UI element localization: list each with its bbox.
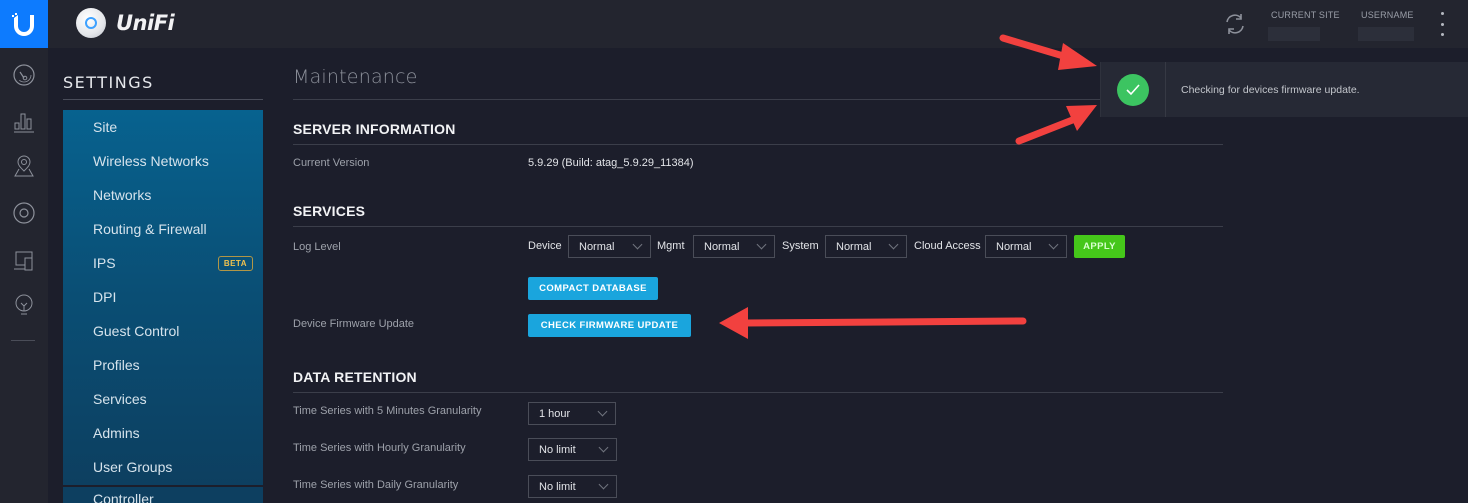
toast-icon-area bbox=[1101, 62, 1166, 117]
server-information-heading: SERVER INFORMATION bbox=[293, 121, 456, 137]
menu-item-label: Networks bbox=[93, 187, 152, 203]
settings-item-wireless-networks[interactable]: Wireless Networks bbox=[63, 144, 263, 178]
menu-item-label: DPI bbox=[93, 289, 117, 305]
system-log-level-select[interactable]: Normal bbox=[825, 235, 907, 258]
settings-divider bbox=[63, 99, 263, 100]
data-retention-heading: DATA RETENTION bbox=[293, 369, 417, 385]
settings-item-site[interactable]: Site bbox=[63, 110, 263, 144]
menu-item-label: Routing & Firewall bbox=[93, 221, 207, 237]
statistics-bar-chart-icon[interactable] bbox=[11, 109, 37, 135]
apply-button[interactable]: APPLY bbox=[1074, 235, 1125, 258]
menu-item-label: User Groups bbox=[93, 459, 173, 475]
settings-item-routing-firewall[interactable]: Routing & Firewall bbox=[63, 212, 263, 246]
notification-toast[interactable]: Checking for devices firmware update. bbox=[1100, 62, 1468, 117]
top-bar: UniFi CURRENT SITE USERNAME bbox=[0, 0, 1468, 48]
chevron-down-icon bbox=[756, 239, 767, 250]
unifi-brand[interactable]: UniFi bbox=[76, 8, 175, 38]
chevron-down-icon bbox=[632, 239, 643, 250]
check-circle-icon bbox=[1117, 73, 1149, 106]
clients-devices-icon[interactable] bbox=[11, 248, 37, 274]
retention-hourly-label: Time Series with Hourly Granularity bbox=[293, 442, 466, 454]
settings-menu: Site Wireless Networks Networks Routing … bbox=[63, 110, 263, 485]
log-level-label: Log Level bbox=[293, 241, 341, 253]
current-site-selector[interactable] bbox=[1268, 27, 1320, 41]
chevron-down-icon bbox=[888, 239, 899, 250]
menu-item-label: Services bbox=[93, 391, 147, 407]
section-divider bbox=[293, 226, 1223, 227]
beta-badge: BETA bbox=[217, 255, 253, 271]
chevron-down-icon bbox=[1048, 239, 1059, 250]
section-divider bbox=[293, 144, 1223, 145]
refresh-icon[interactable] bbox=[1221, 10, 1249, 38]
ubiquiti-u-icon bbox=[12, 13, 34, 36]
chevron-down-icon bbox=[598, 442, 609, 453]
device-log-label: Device bbox=[528, 240, 562, 252]
menu-item-label: Admins bbox=[93, 425, 140, 441]
settings-item-services[interactable]: Services bbox=[63, 382, 263, 416]
settings-item-networks[interactable]: Networks bbox=[63, 178, 263, 212]
select-value: No limit bbox=[539, 480, 576, 493]
select-value: Normal bbox=[704, 240, 740, 253]
menu-item-label: Guest Control bbox=[93, 323, 180, 339]
settings-item-admins[interactable]: Admins bbox=[63, 416, 263, 450]
title-divider bbox=[293, 99, 1223, 100]
current-version-label: Current Version bbox=[293, 157, 370, 169]
toast-message: Checking for devices firmware update. bbox=[1181, 84, 1360, 96]
map-pin-icon[interactable] bbox=[11, 153, 37, 179]
chevron-down-icon bbox=[598, 479, 609, 490]
cloud-access-log-level-select[interactable]: Normal bbox=[985, 235, 1067, 258]
check-firmware-update-button[interactable]: CHECK FIRMWARE UPDATE bbox=[528, 314, 691, 337]
username-menu[interactable] bbox=[1358, 27, 1414, 41]
select-value: Normal bbox=[996, 240, 1032, 253]
nav-divider bbox=[11, 340, 35, 341]
retention-5min-select[interactable]: 1 hour bbox=[528, 402, 616, 425]
mgmt-log-label: Mgmt bbox=[657, 240, 685, 252]
compact-database-button[interactable]: COMPACT DATABASE bbox=[528, 277, 658, 300]
current-site-label: CURRENT SITE bbox=[1271, 10, 1340, 20]
retention-5min-label: Time Series with 5 Minutes Granularity bbox=[293, 405, 482, 417]
retention-daily-label: Time Series with Daily Granularity bbox=[293, 479, 459, 491]
current-version-value: 5.9.29 (Build: atag_5.9.29_11384) bbox=[528, 157, 694, 169]
device-firmware-update-label: Device Firmware Update bbox=[293, 318, 415, 330]
section-divider bbox=[293, 392, 1223, 393]
retention-daily-select[interactable]: No limit bbox=[528, 475, 617, 498]
app-name: UniFi bbox=[116, 11, 175, 35]
settings-item-user-groups[interactable]: User Groups bbox=[63, 450, 263, 484]
kebab-menu-icon[interactable] bbox=[1436, 10, 1448, 38]
select-value: 1 hour bbox=[539, 407, 571, 420]
menu-item-label: Wireless Networks bbox=[93, 153, 209, 169]
unifi-ap-icon bbox=[76, 8, 106, 38]
device-log-level-select[interactable]: Normal bbox=[568, 235, 651, 258]
settings-title: SETTINGS bbox=[63, 73, 154, 92]
settings-item-dpi[interactable]: DPI bbox=[63, 280, 263, 314]
arrow-to-check-firmware-button bbox=[719, 307, 1027, 339]
menu-item-label: IPS bbox=[93, 255, 116, 271]
retention-hourly-select[interactable]: No limit bbox=[528, 438, 617, 461]
username-label: USERNAME bbox=[1361, 10, 1414, 20]
system-log-label: System bbox=[782, 240, 819, 252]
services-heading: SERVICES bbox=[293, 203, 366, 219]
ubiquiti-logo[interactable] bbox=[0, 0, 48, 48]
settings-item-profiles[interactable]: Profiles bbox=[63, 348, 263, 382]
select-value: Normal bbox=[579, 240, 615, 253]
insights-lightbulb-icon[interactable] bbox=[11, 292, 37, 318]
cloud-access-log-label: Cloud Access bbox=[914, 240, 981, 252]
menu-item-label: Site bbox=[93, 119, 118, 135]
main-nav bbox=[0, 48, 48, 503]
settings-item-ips[interactable]: IPS BETA bbox=[63, 246, 263, 280]
arrow-to-toast-bottom bbox=[1015, 105, 1097, 145]
menu-item-label: Profiles bbox=[93, 357, 140, 373]
mgmt-log-level-select[interactable]: Normal bbox=[693, 235, 775, 258]
chevron-down-icon bbox=[597, 406, 608, 417]
settings-item-guest-control[interactable]: Guest Control bbox=[63, 314, 263, 348]
select-value: No limit bbox=[539, 443, 576, 456]
dashboard-gauge-icon[interactable] bbox=[11, 62, 37, 88]
select-value: Normal bbox=[836, 240, 872, 253]
devices-circle-icon[interactable] bbox=[11, 200, 37, 226]
page-title: Maintenance bbox=[293, 66, 418, 88]
settings-item-controller[interactable]: Controller bbox=[63, 487, 263, 503]
